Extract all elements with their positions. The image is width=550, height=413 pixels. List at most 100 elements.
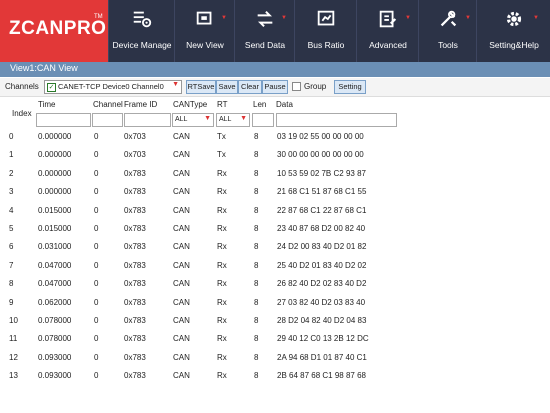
table-row[interactable]: 6 0.031000 0 0x783 CAN Rx 8 24 D2 00 83 40 D2 0…: [0, 242, 550, 260]
send-data-button[interactable]: ▼ Send Data: [234, 0, 295, 62]
channel-checkbox[interactable]: ✓: [47, 83, 56, 92]
header-channel[interactable]: Channel: [93, 100, 123, 109]
view-title[interactable]: View1:CAN View: [10, 63, 78, 73]
cell-time: 0.000000: [38, 187, 72, 197]
header-time[interactable]: Time: [38, 100, 55, 109]
header-len[interactable]: Len: [253, 100, 266, 109]
table-row[interactable]: 8 0.047000 0 0x783 CAN Rx 8 26 82 40 D2 02 83 4…: [0, 279, 550, 297]
view-toolbar: Channels ✓ CANET-TCP Device0 Channel0 ▼ …: [0, 78, 550, 97]
table-row[interactable]: 0 0.000000 0 0x703 CAN Tx 8 03 19 02 55 00 00 0…: [0, 132, 550, 150]
cell-len: 8: [254, 150, 259, 160]
cell-data: 22 87 68 C1 22 87 68 C1: [277, 205, 367, 215]
device-manage-button[interactable]: Device Manage: [108, 0, 175, 62]
save-button[interactable]: Save: [216, 80, 238, 94]
header-cantype[interactable]: CANType: [173, 100, 207, 109]
cell-time: 0.015000: [38, 224, 72, 233]
cell-index: 3: [9, 187, 14, 197]
chevron-down-icon: ▼: [204, 115, 211, 122]
cell-time: 0.047000: [38, 279, 72, 289]
channel-select[interactable]: ✓ CANET-TCP Device0 Channel0 ▼: [44, 80, 182, 94]
table-row[interactable]: 3 0.000000 0 0x783 CAN Rx 8 21 68 C1 51 87 68 C…: [0, 187, 550, 205]
cell-time: 0.093000: [38, 371, 72, 381]
len-filter-input[interactable]: [252, 113, 274, 127]
pause-button[interactable]: Pause: [262, 80, 288, 94]
cell-cantype: CAN: [173, 168, 190, 178]
advanced-button[interactable]: ▼ Advanced: [356, 0, 419, 62]
cell-frame-id: 0x783: [124, 205, 146, 215]
cell-len: 8: [254, 205, 259, 215]
header-rt[interactable]: RT: [217, 100, 228, 109]
ribbon-label: Device Manage: [112, 40, 172, 50]
cell-channel: 0: [94, 132, 99, 141]
cell-data: 25 40 D2 01 83 40 D2 02: [277, 260, 367, 270]
cell-time: 0.062000: [38, 297, 72, 307]
cell-data: 26 82 40 D2 02 83 40 D2: [277, 279, 367, 289]
settings-help-button[interactable]: ▼ Setting&Help: [476, 0, 550, 62]
cell-channel: 0: [94, 150, 99, 160]
table-row[interactable]: 1 0.000000 0 0x703 CAN Tx 8 30 00 00 00 00 00 0…: [0, 150, 550, 168]
cell-data: 27 03 82 40 D2 03 83 40: [277, 297, 366, 307]
ribbon-label: Advanced: [369, 40, 407, 50]
cell-rt: Rx: [217, 334, 227, 344]
cell-rt: Rx: [217, 205, 227, 215]
cell-index: 8: [9, 279, 14, 289]
cell-len: 8: [254, 187, 259, 197]
cell-channel: 0: [94, 187, 99, 197]
cell-channel: 0: [94, 334, 99, 344]
cell-cantype: CAN: [173, 132, 190, 141]
table-row[interactable]: 13 0.093000 0 0x783 CAN Rx 8 2B 64 87 68 C1 98 …: [0, 371, 550, 389]
cell-rt: Rx: [217, 279, 227, 289]
table-row[interactable]: 9 0.062000 0 0x783 CAN Rx 8 27 03 82 40 D2 03 8…: [0, 298, 550, 316]
header-frame-id[interactable]: Frame ID: [124, 100, 157, 109]
cell-rt: Tx: [217, 132, 226, 141]
channel-filter-input[interactable]: [92, 113, 123, 127]
cell-channel: 0: [94, 224, 99, 233]
bus-ratio-button[interactable]: Bus Ratio: [294, 0, 357, 62]
cell-len: 8: [254, 352, 259, 362]
cell-frame-id: 0x783: [124, 187, 146, 197]
cell-cantype: CAN: [173, 205, 190, 215]
cell-frame-id: 0x783: [124, 371, 146, 381]
setting-button[interactable]: Setting: [334, 80, 366, 94]
data-filter-input[interactable]: [276, 113, 397, 127]
cell-cantype: CAN: [173, 316, 190, 325]
rtsave-button[interactable]: RTSave: [186, 80, 216, 94]
header-index[interactable]: Index: [12, 109, 32, 118]
cell-len: 8: [254, 297, 259, 307]
logo-trademark: TM: [94, 14, 103, 20]
cell-len: 8: [254, 242, 259, 252]
ribbon-label: Tools: [438, 40, 458, 50]
table-row[interactable]: 5 0.015000 0 0x783 CAN Rx 8 23 40 87 68 D2 00 8…: [0, 224, 550, 242]
new-view-button[interactable]: ▼ New View: [174, 0, 235, 62]
clear-button[interactable]: Clear: [238, 80, 262, 94]
table-row[interactable]: 11 0.078000 0 0x783 CAN Rx 8 29 40 12 C0 13 2B …: [0, 334, 550, 352]
cell-index: 9: [9, 297, 14, 307]
cell-index: 2: [9, 168, 14, 178]
table-row[interactable]: 12 0.093000 0 0x783 CAN Rx 8 2A 94 68 D1 01 87 …: [0, 353, 550, 371]
time-filter-input[interactable]: [36, 113, 91, 127]
frame-id-filter-input[interactable]: [124, 113, 171, 127]
table-row[interactable]: 4 0.015000 0 0x783 CAN Rx 8 22 87 68 C1 22 87 6…: [0, 206, 550, 224]
group-label: Group: [304, 82, 327, 91]
ribbon-label: New View: [186, 40, 224, 50]
cell-cantype: CAN: [173, 150, 190, 160]
cell-frame-id: 0x783: [124, 279, 146, 289]
table-row[interactable]: 10 0.078000 0 0x783 CAN Rx 8 28 D2 04 82 40 D2 …: [0, 316, 550, 334]
new-view-dropdown-icon: ▼: [221, 15, 227, 21]
cell-len: 8: [254, 334, 259, 344]
group-checkbox[interactable]: [292, 82, 301, 91]
tools-button[interactable]: ▼ Tools: [418, 0, 477, 62]
ribbon-toolbar: ZCANPRO TM Device Manage ▼ New View ▼ Se…: [0, 0, 550, 62]
zcanpro-logo: ZCANPRO TM: [0, 0, 108, 62]
cantype-filter-select[interactable]: ALL ▼: [172, 113, 214, 127]
cell-len: 8: [254, 168, 259, 178]
cell-rt: Rx: [217, 352, 227, 362]
cell-cantype: CAN: [173, 334, 190, 344]
cell-index: 1: [9, 150, 14, 160]
cell-rt: Tx: [217, 150, 226, 160]
cell-cantype: CAN: [173, 187, 190, 197]
table-row[interactable]: 7 0.047000 0 0x783 CAN Rx 8 25 40 D2 01 83 40 D…: [0, 261, 550, 279]
table-row[interactable]: 2 0.000000 0 0x783 CAN Rx 8 10 53 59 02 7B C2 9…: [0, 169, 550, 187]
rt-filter-select[interactable]: ALL ▼: [216, 113, 250, 127]
header-data[interactable]: Data: [276, 100, 293, 109]
